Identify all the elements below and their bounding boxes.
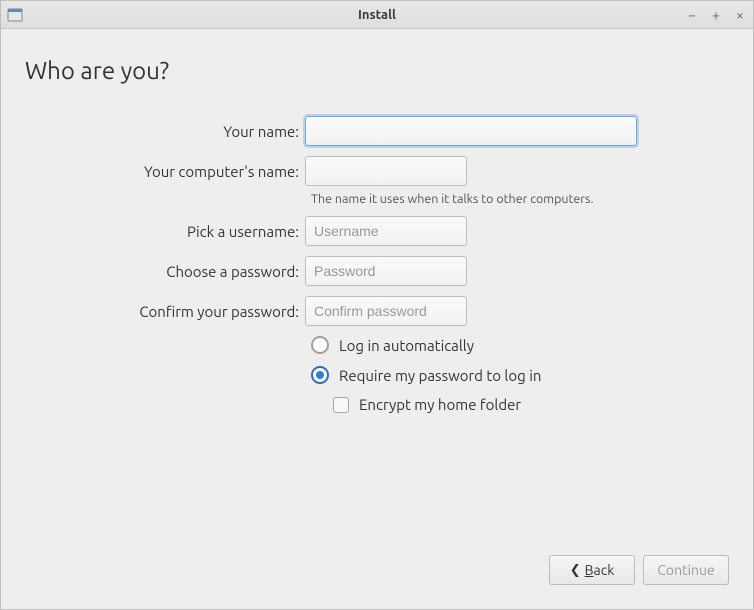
back-button-label: Back [585,562,615,578]
window: Install − + × Who are you? Your name: Yo… [0,0,754,610]
titlebar: Install − + × [1,1,753,29]
continue-button[interactable]: Continue [643,555,729,585]
confirm-password-input[interactable] [305,296,467,326]
require-password-radio[interactable] [311,366,329,384]
close-icon[interactable]: × [733,8,747,22]
continue-button-label: Continue [657,562,714,578]
encrypt-home-label: Encrypt my home folder [359,396,521,413]
name-input[interactable] [305,116,637,146]
confirm-password-label: Confirm your password: [25,303,305,320]
login-options: Log in automatically Require my password… [311,336,729,413]
encrypt-home-checkbox[interactable] [333,397,349,413]
window-controls: − + × [685,8,747,22]
footer-buttons: ❮ Back Continue [549,555,729,585]
username-input[interactable] [305,216,467,246]
name-label: Your name: [25,123,305,140]
maximize-icon[interactable]: + [709,8,723,22]
password-label: Choose a password: [25,263,305,280]
user-form: Your name: Your computer's name: The nam… [25,116,729,413]
page-title: Who are you? [25,57,729,84]
password-input[interactable] [305,256,467,286]
computer-name-help: The name it uses when it talks to other … [311,192,729,206]
content-area: Who are you? Your name: Your computer's … [1,29,753,609]
username-label: Pick a username: [25,223,305,240]
app-icon [7,7,23,23]
chevron-left-icon: ❮ [570,564,581,577]
back-button[interactable]: ❮ Back [549,555,635,585]
minimize-icon[interactable]: − [685,8,699,22]
require-password-label: Require my password to log in [339,367,541,384]
auto-login-radio[interactable] [311,336,329,354]
window-title: Install [1,8,753,22]
computer-name-label: Your computer's name: [25,163,305,180]
computer-name-input[interactable] [305,156,467,186]
auto-login-label: Log in automatically [339,337,474,354]
